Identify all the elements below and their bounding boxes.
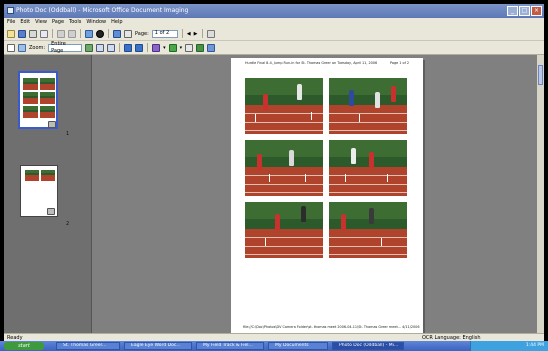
help-icon[interactable] [206,29,215,38]
text-box-icon[interactable] [185,43,194,52]
reading-view-icon[interactable] [207,43,216,52]
system-tray: 1:44 PM [470,341,548,351]
toolbar-separator [147,43,149,52]
toolbar-separator [201,29,203,38]
window-title: Photo Doc (Oddball) - Microsoft Office D… [16,7,189,14]
standard-toolbar: Page: 1 of 2 ◀ ▶ [4,27,544,41]
start-button[interactable]: start [4,342,44,350]
send-text-to-word-icon[interactable] [124,29,132,38]
zoom-in-icon[interactable] [96,43,105,52]
page-footer-text: file://C:\Doc\Photos\DV Camera Folder\st… [243,325,420,329]
toolbar-separator [108,29,109,38]
page-indicator: Page 1 of 2 [389,61,409,65]
print-icon[interactable] [29,29,37,38]
thumbnail-photo [23,92,38,104]
thumbnail-photo [23,78,38,90]
chevron-down-icon[interactable]: ▾ [163,45,166,51]
thumbnail-number: 1 [66,131,70,137]
scan-icon[interactable] [85,29,93,38]
taskbar: start St. Thomas Greer... Eagle Eye Word… [0,341,548,351]
taskbar-item[interactable]: St. Thomas Greer... [56,342,120,350]
picture-icon[interactable] [196,43,205,52]
toolbar-separator [119,43,121,52]
window-controls: _ □ × [507,6,542,16]
page-thumbnail-1[interactable] [18,71,58,129]
scrollbar-thumb[interactable] [538,65,543,85]
app-window: Photo Doc (Oddball) - Microsoft Office D… [4,4,544,347]
annotation-toolbar: Zoom: Entire Page ▾ ▾ [4,41,544,55]
title-bar[interactable]: Photo Doc (Oddball) - Microsoft Office D… [4,4,544,18]
page-number-field[interactable]: 1 of 2 [151,29,178,38]
hand-icon[interactable] [18,43,26,52]
thumbnail-photo [40,92,55,104]
menu-file[interactable]: File [7,18,15,27]
thumbnail-number: 2 [66,221,70,227]
thumbnail-photo [40,78,55,90]
track-photo [329,202,407,258]
track-photo [329,78,407,134]
rotate-left-icon[interactable] [124,43,133,52]
maximize-button[interactable]: □ [519,6,530,16]
print-preview-icon[interactable] [40,29,48,38]
menu-edit[interactable]: Edit [20,18,30,27]
menu-bar: File Edit View Page Tools Window Help [4,18,544,27]
taskbar-item[interactable]: My Field Track & Fiel... [196,342,264,350]
zoom-select[interactable]: Entire Page [48,41,83,54]
app-icon [7,7,14,14]
document-page: Hurdle Final 8-4, Jump Run-in for St. Th… [231,58,423,333]
rotate-right-icon[interactable] [135,43,144,52]
track-photo [329,140,407,196]
page-label: Page: [135,30,149,37]
menu-help[interactable]: Help [111,18,122,27]
toolbar-separator [52,29,53,38]
minimize-button[interactable]: _ [507,6,518,16]
thumbnail-photo [23,106,38,118]
previous-page-icon[interactable]: ◀ [187,31,191,37]
track-photo [245,202,323,258]
thumbnail-photo [40,106,55,118]
menu-page[interactable]: Page [52,18,64,27]
taskbar-item[interactable]: Eagle Eye Word Doc... [124,342,192,350]
highlighter-icon[interactable] [168,43,177,52]
page-thumbnail-2[interactable] [20,165,58,217]
pen-icon[interactable] [152,43,161,52]
document-view[interactable]: Hurdle Final 8-4, Jump Run-in for St. Th… [92,55,544,333]
menu-window[interactable]: Window [86,18,106,27]
menu-view[interactable]: View [35,18,47,27]
taskbar-item[interactable]: My Documents [268,342,328,350]
page-thumbnail-badge-icon [48,121,56,128]
find-icon[interactable] [96,29,104,38]
zoom-out-icon[interactable] [107,43,116,52]
close-button[interactable]: × [531,6,542,16]
chevron-down-icon[interactable]: ▾ [180,45,183,51]
track-photo [245,78,323,134]
thumbnail-photo [41,170,55,181]
select-pointer-icon[interactable] [7,43,15,52]
zoom-dropdown-icon[interactable] [85,43,94,52]
open-icon[interactable] [7,29,15,38]
thumbnail-pane: 1 2 [4,55,92,333]
track-photo [245,140,323,196]
menu-tools[interactable]: Tools [69,18,81,27]
clock: 1:44 PM [525,343,544,348]
page-header-text: Hurdle Final 8-4, Jump Run-in for St. Th… [245,61,378,65]
page-thumbnail-badge-icon [47,208,55,215]
vertical-scrollbar[interactable] [537,55,544,333]
redo-icon[interactable] [68,29,76,38]
thumbnail-photo [25,170,39,181]
next-page-icon[interactable]: ▶ [194,31,198,37]
toolbar-separator [80,29,81,38]
toolbar-separator [181,29,183,38]
save-icon[interactable] [18,29,26,38]
undo-icon[interactable] [57,29,65,38]
recognize-text-icon[interactable] [113,29,121,38]
taskbar-item-active[interactable]: Photo Doc (Oddball) - Mi... [332,342,404,350]
zoom-label: Zoom: [29,44,46,51]
